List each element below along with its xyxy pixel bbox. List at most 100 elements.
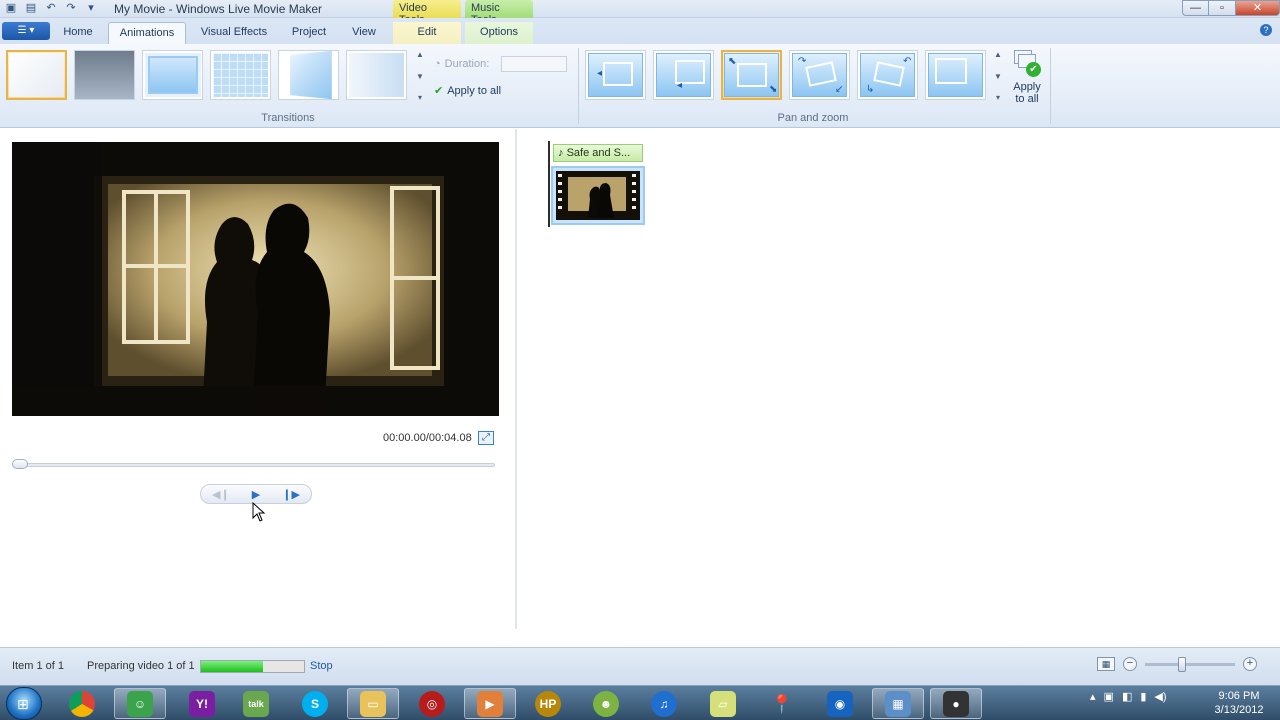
transition-mosaic[interactable] (210, 50, 271, 100)
sticky-notes-icon: ▱ (710, 690, 736, 717)
application-menu-button[interactable]: ☰ ▾ (2, 22, 50, 40)
yahoo-messenger-icon: Y! (189, 690, 215, 717)
app-tray-icon[interactable]: ◧ (1122, 690, 1132, 703)
transition-none[interactable] (6, 50, 67, 100)
transition-fade[interactable] (346, 50, 407, 100)
chrome-icon (69, 690, 95, 717)
video-clip-thumbnail[interactable] (551, 166, 645, 225)
storyboard: ♪ Safe and S... (517, 129, 1280, 629)
seek-thumb[interactable] (12, 459, 28, 469)
scroll-up-icon[interactable]: ▲ (416, 50, 424, 59)
fullscreen-preview-button[interactable]: ⤢ (478, 431, 494, 445)
transitions-apply-all[interactable]: ✔ Apply to all (434, 84, 501, 98)
taskbar-itunes[interactable]: ♫ (638, 688, 690, 719)
expand-gallery-icon[interactable]: ▾ (418, 93, 422, 102)
zoom-slider[interactable] (1145, 656, 1235, 672)
taskbar-chrome[interactable] (56, 688, 108, 719)
thumbnail-size-button[interactable]: ▦ (1097, 657, 1115, 671)
taskbar-pin-app[interactable]: 📍 (756, 688, 808, 719)
taskbar-recorder[interactable]: ● (930, 688, 982, 719)
system-clock[interactable]: 9:06 PM 3/13/2012 (1208, 689, 1270, 717)
volume-icon[interactable]: ◀) (1154, 690, 1166, 703)
tab-edit[interactable]: Edit (393, 22, 461, 44)
seek-bar[interactable] (14, 463, 495, 467)
pan-zoom-zoom-out[interactable] (925, 50, 986, 100)
scroll-down-icon[interactable]: ▼ (994, 72, 1002, 81)
save-icon[interactable]: ▤ (24, 1, 38, 15)
camera-icon: ◉ (827, 690, 853, 717)
music-clip[interactable]: ♪ Safe and S... (553, 144, 643, 162)
google-talk-icon: talk (243, 690, 269, 717)
screen-recorder-icon: ● (943, 690, 969, 717)
taskbar-movie-maker[interactable]: ▶ (464, 688, 516, 719)
stop-link[interactable]: Stop (310, 660, 333, 672)
video-preview[interactable] (12, 142, 499, 416)
zoom-in-button[interactable]: + (1243, 657, 1257, 671)
tab-view[interactable]: View (342, 22, 386, 44)
pan-zoom-rotate-left[interactable]: ↳ ↶ (857, 50, 918, 100)
pan-zoom-none[interactable]: ◂ (585, 50, 646, 100)
pan-zoom-zoom-in[interactable]: ⬉ ⬊ (721, 50, 782, 100)
customize-toolbar-icon[interactable]: ▾ (84, 1, 98, 15)
taskbar-control-panel[interactable]: ▦ (872, 688, 924, 719)
pan-left-icon: ◂ (588, 53, 643, 97)
show-hidden-icons[interactable]: ▴ (1090, 690, 1096, 703)
zoom-out-button[interactable]: − (1123, 657, 1137, 671)
progress-fill (201, 661, 263, 672)
undo-icon[interactable]: ↶ (44, 1, 58, 15)
windows-logo-icon: ⊞ (17, 696, 29, 712)
messenger-icon: ☺ (127, 690, 153, 717)
transition-page-curl[interactable] (278, 50, 339, 100)
taskbar-game-hp[interactable]: HP (522, 688, 574, 719)
pan-zoom-gallery-scroll[interactable]: ▲ ▼ ▾ (992, 50, 1004, 102)
title-bar: ▣ ▤ ↶ ↷ ▾ My Movie - Windows Live Movie … (0, 0, 1280, 26)
pan-zoom-apply-all-button[interactable]: ✔ Apply to all (1009, 46, 1045, 105)
pan-zoom-gallery: ◂ ◂ ⬉ ⬊ ↷ ↙ ↳ ↶ (585, 50, 986, 100)
transition-crossfade[interactable] (74, 50, 135, 100)
expand-gallery-icon[interactable]: ▾ (996, 93, 1000, 102)
tab-visual-effects[interactable]: Visual Effects (192, 22, 276, 44)
pan-zoom-rotate-right[interactable]: ↷ ↙ (789, 50, 850, 100)
tab-project[interactable]: Project (282, 22, 336, 44)
close-button[interactable]: ✕ (1236, 0, 1280, 16)
taskbar-media-app[interactable]: ◎ (406, 688, 458, 719)
duration-dropdown[interactable] (501, 56, 568, 72)
rotate-left-icon: ↳ ↶ (860, 53, 915, 97)
taskbar-yahoo[interactable]: Y! (176, 688, 228, 719)
transitions-gallery-scroll[interactable]: ▲ ▼ ▾ (414, 50, 426, 102)
zoom-in-icon: ⬉ ⬊ (724, 53, 779, 97)
scroll-up-icon[interactable]: ▲ (994, 50, 1002, 59)
network-tray-icon[interactable]: ▣ (1104, 690, 1114, 703)
tab-animations[interactable]: Animations (108, 22, 186, 44)
taskbar-game-frog[interactable]: ☻ (580, 688, 632, 719)
zoom-slider-thumb[interactable] (1177, 656, 1186, 672)
tab-home[interactable]: Home (54, 22, 102, 44)
storyboard-playhead[interactable] (548, 141, 550, 227)
previous-frame-button[interactable]: ◀❙ (212, 488, 230, 501)
zoom-out-icon (928, 53, 983, 97)
mosaic-transition-icon (213, 53, 268, 97)
taskbar-skype[interactable]: S (289, 688, 341, 719)
minimize-button[interactable]: — (1182, 0, 1209, 16)
start-button[interactable]: ⊞ (6, 687, 42, 720)
pan-zoom-pan-left[interactable]: ◂ (653, 50, 714, 100)
transitions-gallery (6, 50, 407, 100)
taskbar-sticky-notes[interactable]: ▱ (697, 688, 749, 719)
taskbar-explorer[interactable]: ▭ (347, 688, 399, 719)
transition-zoom[interactable] (142, 50, 203, 100)
taskbar-google-talk[interactable]: talk (230, 688, 282, 719)
preparing-status: Preparing video 1 of 1 (87, 660, 195, 672)
apply-label-line1: Apply (1013, 81, 1041, 93)
redo-icon[interactable]: ↷ (64, 1, 78, 15)
next-frame-button[interactable]: ❙▶ (282, 488, 300, 501)
scroll-down-icon[interactable]: ▼ (416, 72, 424, 81)
window-controls: — ▫ ✕ (1182, 0, 1280, 16)
clip-frame (556, 171, 638, 218)
play-button[interactable]: ▶ (252, 488, 260, 501)
help-icon[interactable]: ? (1260, 24, 1272, 36)
tab-options[interactable]: Options (465, 22, 533, 44)
maximize-button[interactable]: ▫ (1209, 0, 1236, 16)
signal-icon[interactable]: ▮ (1140, 690, 1146, 703)
taskbar-messenger[interactable]: ☺ (114, 688, 166, 719)
taskbar-camera-app[interactable]: ◉ (814, 688, 866, 719)
